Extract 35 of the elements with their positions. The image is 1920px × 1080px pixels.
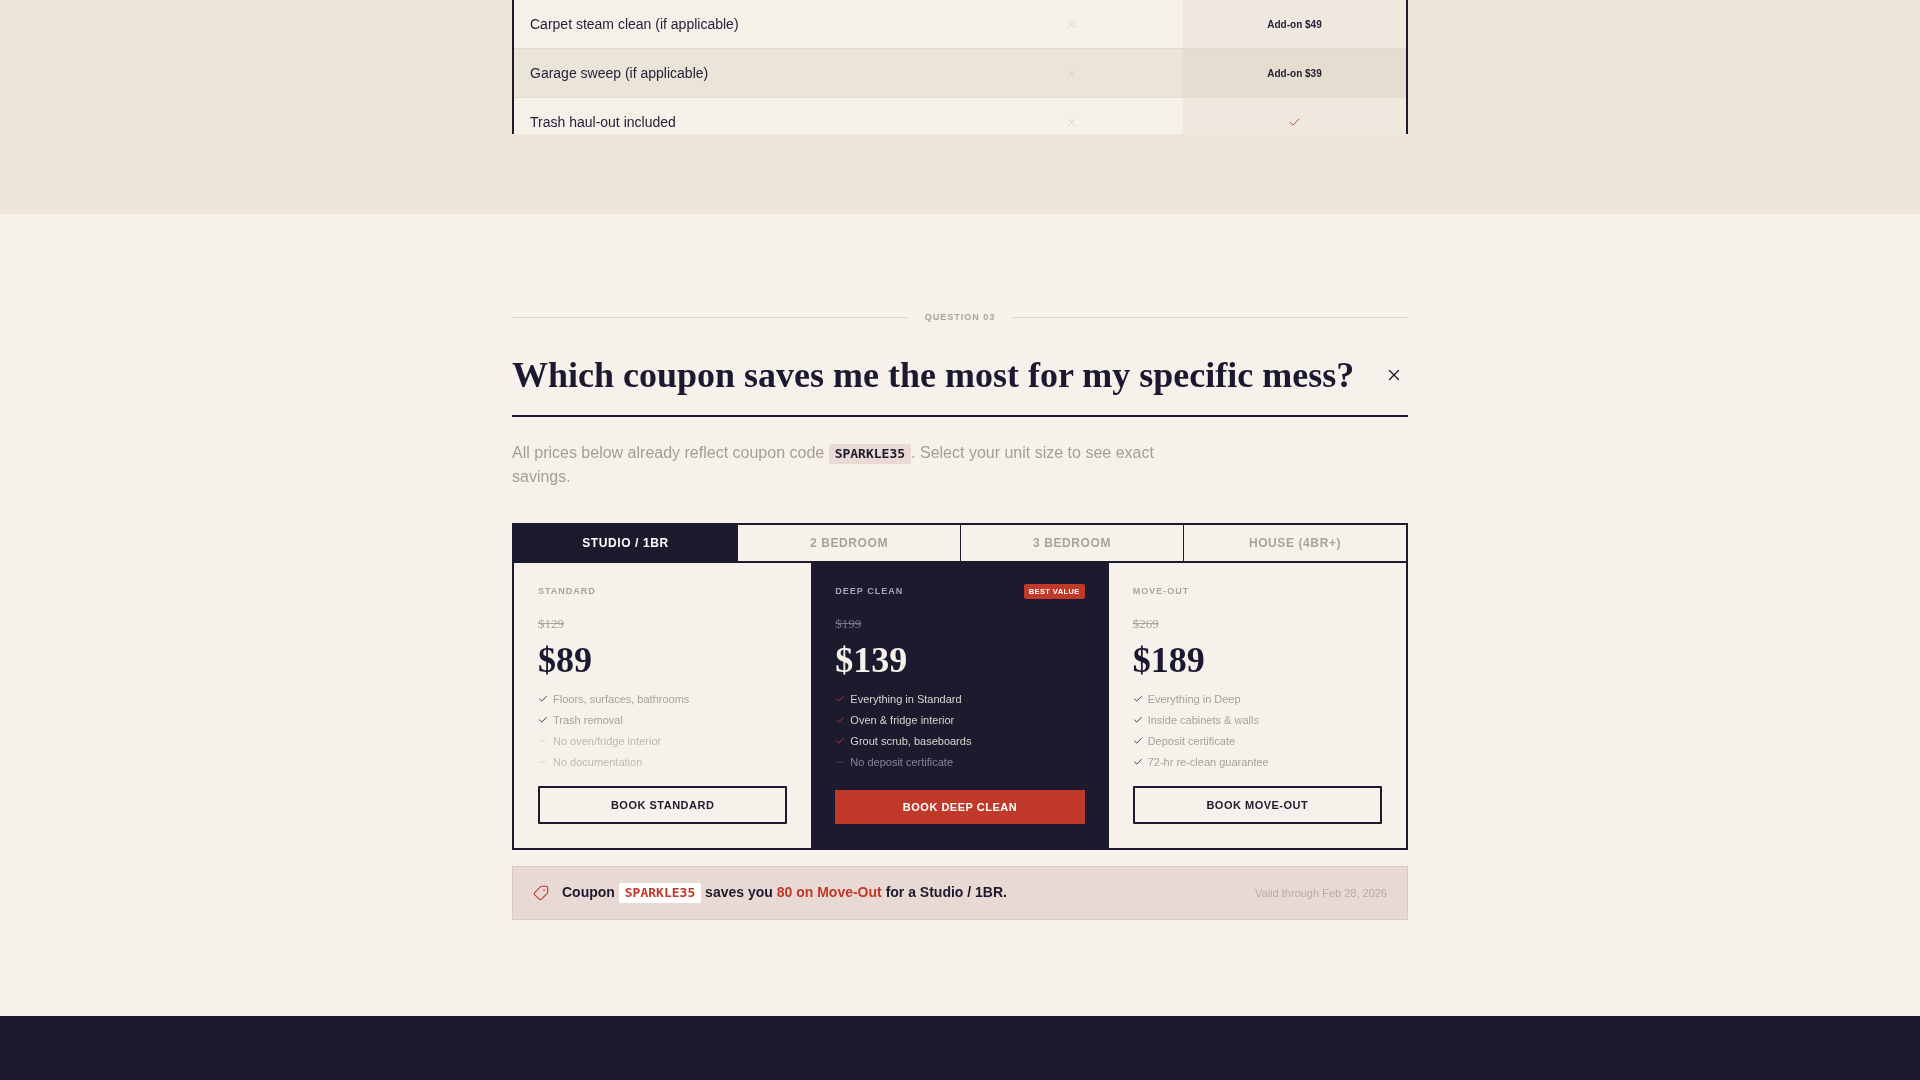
feature-text: No oven/fridge interior — [553, 734, 662, 747]
table-cell-text: Carpet steam clean (if applicable) — [529, 15, 740, 34]
coupon-message: Coupon SPARKLE35 saves you 80 on Move-Out for a Studio / 1BR. — [562, 883, 1007, 903]
plan-name: STANDARD — [538, 586, 596, 596]
plan-name: DEEP CLEAN — [835, 586, 904, 596]
feature-text: Everything in Deep — [1147, 692, 1241, 705]
feature-text: No documentation — [553, 755, 643, 768]
question-title: Which coupon saves me the most for my specific mess? — [512, 354, 1355, 397]
table-cell: Add-on $49 — [1183, 0, 1406, 48]
question-number: QUESTION 03 — [924, 311, 996, 323]
old-price: $269 — [1132, 616, 1159, 632]
feature-text: Inside cabinets & walls — [1147, 713, 1259, 726]
table-cell-text: Garage sweep (if applicable) — [529, 64, 710, 83]
old-price: $129 — [538, 616, 564, 632]
tag-icon — [533, 885, 549, 901]
feature-text: Oven & fridge interior — [850, 713, 955, 726]
intro-text: All prices below already reflect coupon code SPARKLE35 . Select your unit size to see exact savings. — [512, 443, 1155, 487]
feature-text: Everything in Standard — [850, 692, 962, 705]
book-button[interactable]: BOOK DEEP CLEAN — [835, 790, 1085, 824]
feature-text: Trash removal — [553, 713, 623, 726]
feature-text: Grout scrub, baseboards — [850, 734, 972, 747]
table-cell-text: Trash haul-out included — [529, 113, 677, 132]
old-price: $199 — [835, 616, 862, 632]
plan-name: MOVE-OUT — [1132, 586, 1190, 596]
table-cell: Add-on $39 — [1183, 49, 1406, 97]
feature-text: 72-hr re-clean guarantee — [1147, 755, 1269, 768]
feature-text: No deposit certificate — [850, 755, 954, 768]
plan-price: $139 — [835, 640, 908, 680]
plan-price: $89 — [538, 640, 592, 680]
plan-price: $189 — [1132, 640, 1205, 680]
unit-size-tab[interactable]: STUDIO / 1BR — [514, 525, 737, 561]
feature-text: Deposit certificate — [1147, 734, 1236, 747]
book-button[interactable]: BOOK MOVE-OUT — [1132, 786, 1382, 824]
feature-text: Floors, surfaces, bathrooms — [553, 692, 690, 705]
book-button[interactable]: BOOK STANDARD — [538, 786, 788, 824]
